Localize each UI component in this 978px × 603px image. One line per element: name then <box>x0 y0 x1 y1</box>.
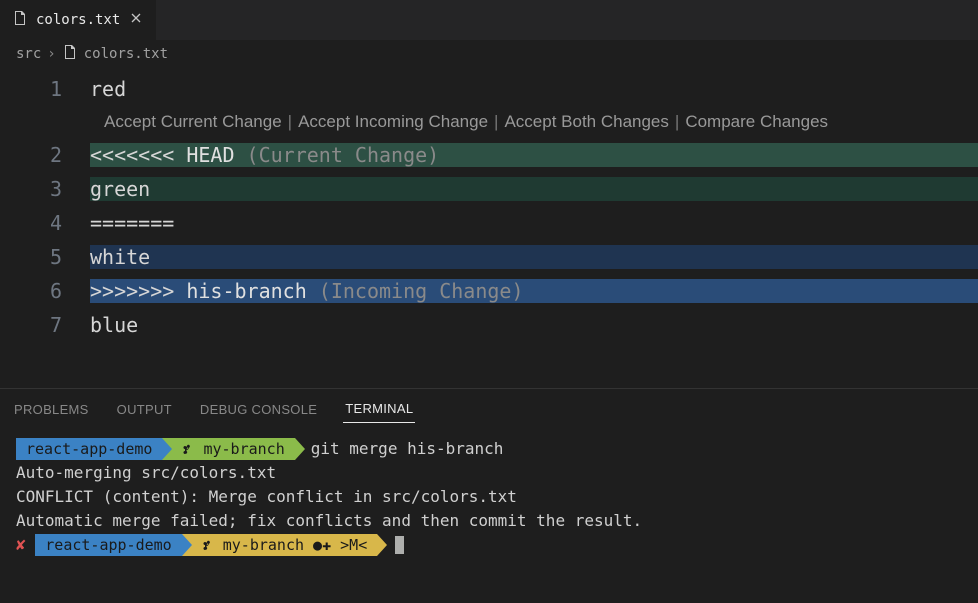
tab-filename: colors.txt <box>36 12 120 28</box>
git-branch-icon <box>202 533 214 557</box>
merge-codelens: Accept Current Change | Accept Incoming … <box>0 106 978 138</box>
line-number: 3 <box>0 177 90 201</box>
file-icon <box>12 10 28 30</box>
panel-tabs: PROBLEMS OUTPUT DEBUG CONSOLE TERMINAL <box>0 389 978 429</box>
terminal[interactable]: react-app-demo my-branch git merge his-br… <box>0 429 978 565</box>
line-number: 6 <box>0 279 90 303</box>
compare-changes-link[interactable]: Compare Changes <box>685 112 828 132</box>
tab-output[interactable]: OUTPUT <box>115 396 174 423</box>
accept-incoming-change-link[interactable]: Accept Incoming Change <box>298 112 488 132</box>
line-number: 1 <box>0 77 90 101</box>
line-number: 4 <box>0 211 90 235</box>
powerline-arrow-icon <box>182 534 192 556</box>
editor-line[interactable]: 5 white <box>0 240 978 274</box>
terminal-line: ✘ react-app-demo my-branch ●✚ >M< <box>16 533 962 557</box>
conflict-marker: >>>>>>> <box>90 279 186 303</box>
line-number: 5 <box>0 245 90 269</box>
editor-tab[interactable]: colors.txt <box>0 0 157 40</box>
tab-problems[interactable]: PROBLEMS <box>12 396 91 423</box>
conflict-marker: <<<<<<< <box>90 143 186 167</box>
prompt-project: react-app-demo <box>16 438 162 460</box>
conflict-head: HEAD <box>186 143 234 167</box>
file-icon <box>62 44 78 64</box>
bottom-panel: PROBLEMS OUTPUT DEBUG CONSOLE TERMINAL r… <box>0 388 978 603</box>
close-icon[interactable] <box>128 10 144 30</box>
error-x-icon: ✘ <box>16 533 26 557</box>
powerline-arrow-icon <box>295 438 305 460</box>
editor-line[interactable]: 6 >>>>>>> his-branch (Incoming Change) <box>0 274 978 308</box>
terminal-cursor <box>395 536 404 554</box>
terminal-output: CONFLICT (content): Merge conflict in sr… <box>16 485 962 509</box>
git-branch-icon <box>182 437 194 461</box>
code-text: white <box>90 245 150 269</box>
separator: | <box>494 112 498 132</box>
breadcrumb[interactable]: src › colors.txt <box>0 40 978 68</box>
prompt-project: react-app-demo <box>35 534 181 556</box>
terminal-output: Automatic merge failed; fix conflicts an… <box>16 509 962 533</box>
accept-both-changes-link[interactable]: Accept Both Changes <box>504 112 668 132</box>
conflict-branch: his-branch <box>186 279 306 303</box>
line-number: 2 <box>0 143 90 167</box>
editor-line[interactable]: 2 <<<<<<< HEAD (Current Change) <box>0 138 978 172</box>
tab-bar: colors.txt <box>0 0 978 40</box>
code-text: red <box>90 77 126 101</box>
editor-line[interactable]: 1 red <box>0 72 978 106</box>
separator: | <box>675 112 679 132</box>
terminal-command: git merge his-branch <box>311 437 504 461</box>
tab-debug-console[interactable]: DEBUG CONSOLE <box>198 396 319 423</box>
line-number: 7 <box>0 313 90 337</box>
breadcrumb-filename: colors.txt <box>84 46 168 62</box>
terminal-output: Auto-merging src/colors.txt <box>16 461 962 485</box>
powerline-arrow-icon <box>162 438 172 460</box>
breadcrumb-folder: src <box>16 46 41 62</box>
editor-line[interactable]: 4 ======= <box>0 206 978 240</box>
powerline-arrow-icon <box>377 534 387 556</box>
editor-line[interactable]: 7 blue <box>0 308 978 342</box>
code-text: blue <box>90 313 138 337</box>
prompt-branch: my-branch <box>172 438 294 460</box>
prompt-branch: my-branch ●✚ >M< <box>192 534 378 556</box>
tab-terminal[interactable]: TERMINAL <box>343 395 415 423</box>
accept-current-change-link[interactable]: Accept Current Change <box>104 112 282 132</box>
editor-line[interactable]: 3 green <box>0 172 978 206</box>
conflict-separator: ======= <box>90 211 174 235</box>
editor[interactable]: 1 red Accept Current Change | Accept Inc… <box>0 68 978 342</box>
conflict-annotation: (Current Change) <box>235 143 440 167</box>
conflict-annotation: (Incoming Change) <box>307 279 524 303</box>
chevron-right-icon: › <box>47 46 55 62</box>
code-text: green <box>90 177 150 201</box>
terminal-line: react-app-demo my-branch git merge his-br… <box>16 437 962 461</box>
separator: | <box>288 112 292 132</box>
